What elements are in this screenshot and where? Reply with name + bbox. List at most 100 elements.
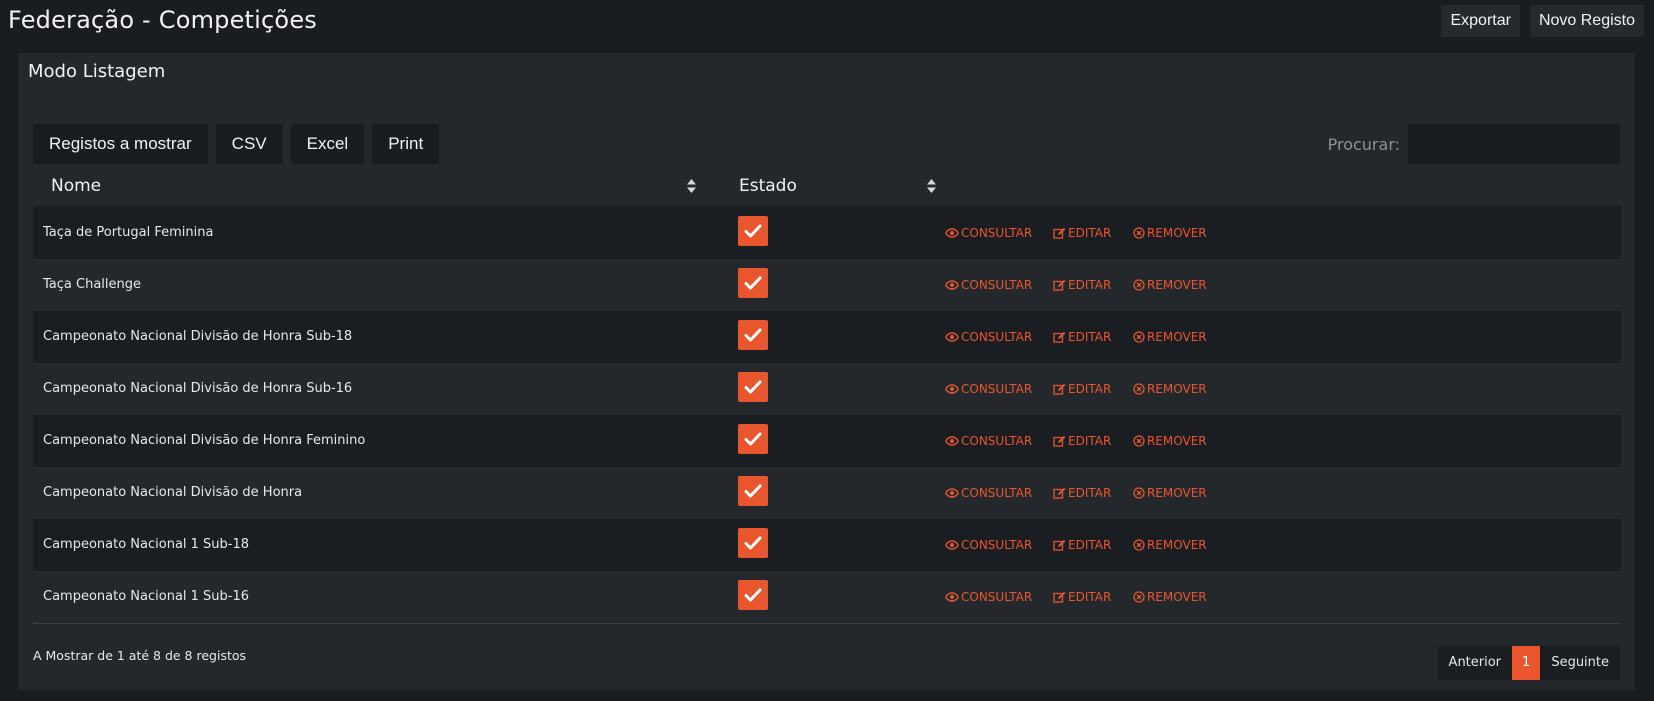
edit-link[interactable]: EDITAR [1053, 207, 1111, 259]
view-link[interactable]: CONSULTAR [945, 363, 1032, 415]
competition-name: Campeonato Nacional 1 Sub-18 [43, 537, 250, 552]
edit-link[interactable]: EDITAR [1053, 571, 1111, 623]
competition-name: Campeonato Nacional Divisão de Honra Sub… [43, 329, 353, 344]
table-row: Campeonato Nacional 1 Sub-18 CONSULTAR EDI… [33, 519, 1621, 571]
check-icon [744, 588, 762, 602]
table-row: Campeonato Nacional Divisão de Honra Fem… [33, 415, 1621, 467]
edit-link[interactable]: EDITAR [1053, 259, 1111, 311]
view-link-label: CONSULTAR [961, 330, 1033, 344]
remove-link[interactable]: REMOVER [1133, 311, 1207, 363]
column-header-estado-label: Estado [739, 176, 797, 196]
table-row: Taça Challenge CONSULTAR EDITAR REMOVER [33, 259, 1621, 311]
view-link[interactable]: CONSULTAR [945, 259, 1032, 311]
remove-link[interactable]: REMOVER [1133, 467, 1207, 519]
edit-icon [1053, 331, 1066, 343]
table-row: Campeonato Nacional Divisão de Honra CONS… [33, 467, 1621, 519]
edit-link-label: EDITAR [1068, 538, 1112, 552]
print-button[interactable]: Print [372, 124, 440, 164]
sort-icon[interactable] [687, 165, 697, 207]
times-circle-icon [1133, 279, 1145, 291]
table-row: Campeonato Nacional Divisão de Honra Sub… [33, 311, 1621, 363]
competitions-table: Nome Estado Taça de Portugal Feminina CON… [33, 165, 1621, 624]
competition-name: Campeonato Nacional 1 Sub-16 [43, 589, 250, 604]
view-link[interactable]: CONSULTAR [945, 571, 1032, 623]
edit-icon [1053, 279, 1066, 291]
view-link[interactable]: CONSULTAR [945, 311, 1032, 363]
remove-link[interactable]: REMOVER [1133, 571, 1207, 623]
view-link-label: CONSULTAR [961, 278, 1033, 292]
csv-button[interactable]: CSV [215, 124, 283, 164]
eye-icon [945, 540, 959, 550]
eye-icon [945, 332, 959, 342]
view-link[interactable]: CONSULTAR [945, 415, 1032, 467]
status-checkbox[interactable] [738, 580, 768, 610]
status-checkbox[interactable] [738, 424, 768, 454]
eye-icon [945, 384, 959, 394]
status-checkbox[interactable] [738, 320, 768, 350]
panel-title: Modo Listagem [28, 61, 166, 82]
status-checkbox[interactable] [738, 268, 768, 298]
next-page-button[interactable]: Seguinte [1540, 646, 1620, 680]
edit-link[interactable]: EDITAR [1053, 519, 1111, 571]
edit-link-label: EDITAR [1068, 382, 1112, 396]
remove-link-label: REMOVER [1147, 538, 1207, 552]
view-link-label: CONSULTAR [961, 434, 1033, 448]
times-circle-icon [1133, 591, 1145, 603]
listing-panel: Modo Listagem Registos a mostrar CSV Exc… [18, 53, 1635, 690]
eye-icon [945, 436, 959, 446]
sort-icon[interactable] [927, 165, 937, 207]
table-row: Taça de Portugal Feminina CONSULTAR EDITAR… [33, 207, 1621, 259]
edit-link[interactable]: EDITAR [1053, 415, 1111, 467]
edit-link-label: EDITAR [1068, 590, 1112, 604]
header-actions: Exportar Novo Registo [1441, 5, 1644, 37]
table-divider [33, 623, 1621, 624]
edit-icon [1053, 383, 1066, 395]
view-link-label: CONSULTAR [961, 382, 1033, 396]
export-button[interactable]: Exportar [1441, 5, 1520, 37]
page-1-button[interactable]: 1 [1512, 646, 1541, 680]
table-body: Taça de Portugal Feminina CONSULTAR EDITAR… [33, 207, 1621, 623]
remove-link-label: REMOVER [1147, 330, 1207, 344]
status-checkbox[interactable] [738, 528, 768, 558]
search-area: Procurar: [1328, 124, 1620, 164]
remove-link[interactable]: REMOVER [1133, 363, 1207, 415]
check-icon [744, 276, 762, 290]
check-icon [744, 536, 762, 550]
column-header-nome[interactable]: Nome [51, 165, 681, 207]
page-length-button[interactable]: Registos a mostrar [33, 124, 208, 164]
times-circle-icon [1133, 383, 1145, 395]
status-checkbox[interactable] [738, 216, 768, 246]
edit-link[interactable]: EDITAR [1053, 467, 1111, 519]
times-circle-icon [1133, 331, 1145, 343]
edit-link[interactable]: EDITAR [1053, 311, 1111, 363]
eye-icon [945, 280, 959, 290]
table-row: Campeonato Nacional 1 Sub-16 CONSULTAR EDI… [33, 571, 1621, 623]
edit-icon [1053, 227, 1066, 239]
view-link[interactable]: CONSULTAR [945, 207, 1032, 259]
page-title: Federação - Competições [8, 6, 317, 34]
search-input[interactable] [1408, 124, 1620, 164]
edit-link-label: EDITAR [1068, 486, 1112, 500]
remove-link-label: REMOVER [1147, 590, 1207, 604]
competition-name: Taça de Portugal Feminina [43, 225, 214, 240]
remove-link[interactable]: REMOVER [1133, 259, 1207, 311]
status-checkbox[interactable] [738, 372, 768, 402]
excel-button[interactable]: Excel [290, 124, 365, 164]
status-checkbox[interactable] [738, 476, 768, 506]
remove-link-label: REMOVER [1147, 434, 1207, 448]
edit-link[interactable]: EDITAR [1053, 363, 1111, 415]
view-link[interactable]: CONSULTAR [945, 519, 1032, 571]
competition-name: Campeonato Nacional Divisão de Honra [43, 485, 303, 500]
edit-icon [1053, 591, 1066, 603]
remove-link[interactable]: REMOVER [1133, 207, 1207, 259]
remove-link[interactable]: REMOVER [1133, 519, 1207, 571]
view-link[interactable]: CONSULTAR [945, 467, 1032, 519]
eye-icon [945, 592, 959, 602]
remove-link[interactable]: REMOVER [1133, 415, 1207, 467]
previous-page-button[interactable]: Anterior [1437, 646, 1513, 680]
eye-icon [945, 228, 959, 238]
table-row: Campeonato Nacional Divisão de Honra Sub… [33, 363, 1621, 415]
view-link-label: CONSULTAR [961, 538, 1033, 552]
new-record-button[interactable]: Novo Registo [1529, 5, 1644, 37]
column-header-estado[interactable]: Estado [739, 165, 919, 207]
